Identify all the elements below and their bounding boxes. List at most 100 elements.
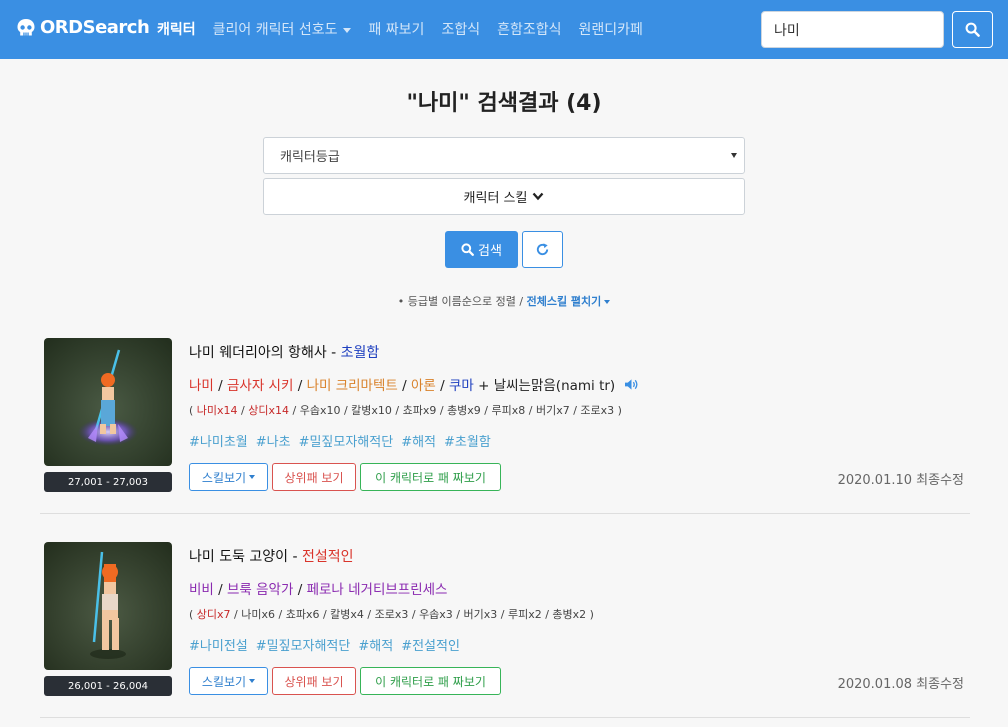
- recipe-item[interactable]: 아론: [411, 378, 436, 394]
- recipe-line: 비비 / 브룩 음악가 / 페로나 네거티브프린세스: [189, 582, 448, 598]
- nav-item-common-recipes[interactable]: 흔함조합식: [497, 19, 561, 39]
- result-card: 26,001 - 26,004 나미 도둑 고양이 - 전설적인 비비 / 브룩…: [40, 542, 970, 702]
- nav-item-cafe[interactable]: 원랜디카페: [579, 19, 643, 39]
- character-portrait: [44, 338, 172, 466]
- tag-link[interactable]: #나미전설: [189, 639, 248, 654]
- updated-date: 2020.01.08 최종수정: [837, 677, 964, 692]
- view-upper-deck-button[interactable]: 상위패 보기: [272, 667, 356, 695]
- count-item: 총병x2: [552, 608, 587, 621]
- navbar: ORDSearch 캐릭터 클리어 캐릭터 선호도 패 짜보기 조합식 흔함조합…: [0, 0, 1008, 59]
- build-deck-button[interactable]: 이 캐릭터로 패 짜보기: [360, 463, 501, 491]
- search-button[interactable]: [952, 11, 993, 48]
- sort-note-text: 등급별 이름순으로 정렬 /: [407, 295, 524, 308]
- tag-link[interactable]: #초월함: [444, 435, 491, 450]
- tag-link[interactable]: #해적: [401, 435, 436, 450]
- caret-down-icon: [249, 679, 256, 683]
- count-item: 우솝x10: [299, 404, 341, 417]
- count-item: 상디x7: [196, 608, 231, 621]
- action-buttons: 스킬보기 상위패 보기 이 캐릭터로 패 짜보기: [189, 463, 505, 491]
- tag-link[interactable]: #나미초월: [189, 435, 248, 450]
- count-item: 버기x3: [463, 608, 498, 621]
- tag-list: #나미전설 #밀짚모자해적단 #해적 #전설적인: [189, 635, 468, 654]
- grade-label: 전설적인: [302, 549, 354, 565]
- recipe-item[interactable]: 금사자 시키: [227, 378, 293, 394]
- ingredient-counts: ( 상디x7 / 나미x6 / 쵸파x6 / 칼병x4 / 조로x3 / 우솝x…: [189, 608, 594, 621]
- grade-select[interactable]: 캐릭터등급: [263, 137, 745, 174]
- caret-down-icon: [249, 475, 256, 479]
- nav-item-characters[interactable]: 캐릭터: [157, 19, 196, 39]
- expand-all-skills-link[interactable]: 전체스킬 펼치기: [527, 295, 611, 308]
- divider: [40, 717, 970, 718]
- recipe-item[interactable]: 나미: [189, 378, 214, 394]
- action-buttons: 스킬보기 상위패 보기 이 캐릭터로 패 짜보기: [189, 667, 505, 695]
- nav-menu: 캐릭터 클리어 캐릭터 선호도 패 짜보기 조합식 흔함조합식 원랜디카페: [157, 19, 660, 39]
- recipe-item[interactable]: 페로나 네거티브프린세스: [307, 582, 448, 598]
- reset-button[interactable]: [522, 231, 563, 268]
- view-upper-deck-button[interactable]: 상위패 보기: [272, 463, 356, 491]
- sort-note: • 등급별 이름순으로 정렬 / 전체스킬 펼치기: [0, 293, 1008, 309]
- view-skills-button[interactable]: 스킬보기: [189, 463, 268, 491]
- name-separator: -: [331, 345, 341, 361]
- recipe-item[interactable]: 나미 크리마텍트: [307, 378, 398, 394]
- grade-label: 초월함: [340, 345, 380, 361]
- ingredient-counts: ( 나미x14 / 상디x14 / 우솝x10 / 칼병x10 / 쵸파x9 /…: [189, 404, 622, 417]
- search-icon: [965, 22, 980, 37]
- count-item: 총병x9: [447, 404, 481, 417]
- nav-item-label: 클리어 캐릭터 선호도: [212, 22, 338, 38]
- name-separator: -: [292, 549, 303, 565]
- speaker-icon[interactable]: [624, 378, 639, 391]
- count-item: 조로x3: [580, 404, 615, 417]
- submit-search-label: 검색: [478, 244, 502, 259]
- character-image[interactable]: [44, 542, 172, 670]
- tag-link[interactable]: #밀짚모자해적단: [299, 435, 394, 450]
- chevron-down-icon: [533, 192, 544, 201]
- updated-date: 2020.01.10 최종수정: [837, 473, 964, 488]
- caret-down-icon: [343, 27, 352, 33]
- character-image[interactable]: [44, 338, 172, 466]
- recipe-item[interactable]: 비비: [189, 582, 214, 598]
- nav-item-clear-preference[interactable]: 클리어 캐릭터 선호도: [213, 19, 352, 39]
- skull-icon: [17, 18, 35, 35]
- tag-link[interactable]: #전설적인: [401, 639, 460, 654]
- recipe-item[interactable]: 브룩 음악가: [227, 582, 293, 598]
- skill-filter-toggle[interactable]: 캐릭터 스킬: [263, 178, 745, 215]
- caret-down-icon: [604, 300, 611, 304]
- tag-link[interactable]: #밀짚모자해적단: [256, 639, 351, 654]
- count-item: 우솝x3: [419, 608, 453, 621]
- build-deck-button[interactable]: 이 캐릭터로 패 짜보기: [360, 667, 501, 695]
- tag-link[interactable]: #해적: [358, 639, 393, 654]
- tag-link[interactable]: #나초: [256, 435, 291, 450]
- nav-item-recipes[interactable]: 조합식: [441, 19, 480, 39]
- rank-range: 27,001 - 27,003: [44, 472, 172, 492]
- divider: [40, 513, 970, 514]
- view-skills-button[interactable]: 스킬보기: [189, 667, 268, 695]
- recipe-item[interactable]: 쿠마: [449, 378, 474, 394]
- view-skills-label: 스킬보기: [201, 470, 247, 485]
- count-item: 루피x2: [507, 608, 542, 621]
- skill-filter-label: 캐릭터 스킬: [463, 191, 528, 206]
- character-title: 나미 도둑 고양이: [189, 549, 289, 565]
- brand-name: ORDSearch: [40, 17, 150, 38]
- brand-logo[interactable]: ORDSearch: [16, 17, 150, 38]
- count-item: 칼병x10: [351, 404, 392, 417]
- count-item: 조로x3: [374, 608, 409, 621]
- recipe-line: 나미 / 금사자 시키 / 나미 크리마텍트 / 아론 / 쿠마 + 날씨는맑음…: [189, 374, 639, 394]
- grade-select-value: 캐릭터등급: [280, 150, 340, 165]
- count-item: 나미x14: [196, 404, 238, 417]
- count-item: 루피x8: [491, 404, 526, 417]
- tag-list: #나미초월 #나초 #밀짚모자해적단 #해적 #초월함: [189, 431, 499, 450]
- character-portrait: [44, 542, 172, 670]
- search-input[interactable]: [761, 11, 944, 48]
- recipe-extra: + 날씨는맑음(nami tr): [478, 378, 616, 394]
- character-name[interactable]: 나미 웨더리아의 항해사 - 초월함: [189, 342, 379, 362]
- search-icon: [461, 243, 474, 256]
- expand-all-label: 전체스킬 펼치기: [526, 295, 602, 308]
- caret-down-icon: [731, 153, 737, 158]
- character-name[interactable]: 나미 도둑 고양이 - 전설적인: [189, 546, 354, 566]
- view-skills-label: 스킬보기: [201, 674, 247, 689]
- submit-search-button[interactable]: 검색: [445, 231, 518, 268]
- count-item: 버기x7: [535, 404, 570, 417]
- count-item: 상디x14: [248, 404, 289, 417]
- count-item: 쵸파x9: [402, 404, 437, 417]
- nav-item-deck-builder[interactable]: 패 짜보기: [368, 19, 424, 39]
